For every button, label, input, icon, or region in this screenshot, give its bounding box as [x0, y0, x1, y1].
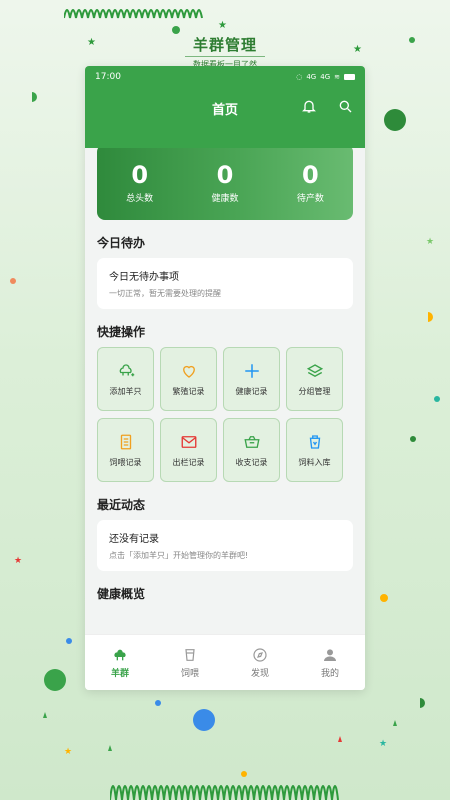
svg-text:★: ★	[218, 20, 227, 31]
sheep-icon	[114, 649, 126, 660]
stat-label: 健康数	[211, 193, 239, 204]
page-title: 首页	[211, 102, 238, 118]
feed-stock-button[interactable]: 饲料入库	[286, 418, 343, 482]
mail-icon	[181, 435, 196, 448]
svg-text:★: ★	[64, 747, 72, 757]
zigzag-decoration	[64, 9, 203, 19]
quick-label: 饲喂记录	[109, 457, 142, 467]
stat-label: 总头数	[126, 193, 154, 204]
bell-icon[interactable]	[301, 98, 317, 114]
add-sheep-button[interactable]: 添加羊只	[97, 347, 154, 411]
quick-label: 饲料入库	[298, 457, 331, 467]
battery-icon	[344, 74, 355, 80]
recent-card[interactable]: 还没有记录 点击「添加羊只」开始管理你的羊群吧!	[97, 520, 353, 571]
todo-title: 今日无待办事项	[109, 272, 179, 283]
quick-label: 添加羊只	[109, 386, 142, 396]
signal-label-2: 4G	[320, 73, 331, 81]
bottom-tab-bar: 羊群 饲喂 发现 我的	[85, 634, 365, 690]
recent-desc: 点击「添加羊只」开始管理你的羊群吧!	[109, 551, 249, 560]
section-title-health: 健康概览	[97, 587, 146, 601]
heart-icon	[182, 365, 195, 378]
section-title-recent: 最近动态	[97, 498, 146, 512]
quick-label: 健康记录	[235, 386, 268, 396]
tab-label: 饲喂	[180, 668, 199, 679]
breeding-record-button[interactable]: 繁殖记录	[160, 347, 217, 411]
group-manage-button[interactable]: 分组管理	[286, 347, 343, 411]
cup-icon	[185, 648, 195, 661]
svg-text:★: ★	[426, 237, 434, 247]
brand-header: 羊群管理 数据看板一目了然	[0, 34, 450, 70]
tab-feeding[interactable]: 饲喂	[155, 635, 225, 690]
todo-card[interactable]: 今日无待办事项 一切正常，暂无需要处理的提醒	[97, 258, 353, 309]
search-icon[interactable]	[337, 98, 353, 114]
sheep-add-icon	[119, 363, 134, 376]
tab-flock[interactable]: 羊群	[85, 635, 155, 690]
tab-label: 发现	[250, 668, 269, 679]
feeding-record-button[interactable]: 饲喂记录	[97, 418, 154, 482]
svg-text:★: ★	[379, 739, 387, 749]
user-icon	[324, 648, 336, 661]
recent-title: 还没有记录	[109, 534, 159, 545]
app-header: 17:00 ◌ 4G 4G ≋ 首页	[85, 66, 365, 148]
status-time: 17:00	[95, 72, 121, 82]
mute-icon: ◌	[296, 73, 303, 81]
finance-record-button[interactable]: 收支记录	[223, 418, 280, 482]
quick-label: 分组管理	[298, 386, 331, 396]
wifi-icon: ≋	[334, 73, 340, 81]
status-bar: 17:00 ◌ 4G 4G ≋	[85, 66, 365, 88]
stat-pregnant[interactable]: 0 待产数	[268, 161, 353, 204]
document-icon	[120, 434, 131, 449]
stat-value: 0	[301, 160, 319, 189]
health-record-button[interactable]: 健康记录	[223, 347, 280, 411]
compass-icon	[253, 647, 267, 662]
layers-icon	[306, 363, 323, 377]
tab-label: 我的	[320, 668, 339, 679]
quick-label: 收支记录	[235, 457, 268, 467]
stat-healthy[interactable]: 0 健康数	[182, 161, 267, 204]
stat-value: 0	[216, 160, 234, 189]
brand-title: 羊群管理	[192, 36, 257, 54]
todo-desc: 一切正常，暂无需要处理的提醒	[109, 289, 221, 298]
plus-icon	[244, 363, 259, 378]
quick-label: 出栏记录	[172, 457, 205, 467]
phone-screen: 17:00 ◌ 4G 4G ≋ 首页 0 总头数 0 健康数 0 待产数 今日待…	[85, 66, 365, 690]
tab-discover[interactable]: 发现	[225, 635, 295, 690]
quick-label: 繁殖记录	[172, 386, 205, 396]
bucket-icon	[309, 434, 320, 449]
divider	[185, 56, 265, 57]
basket-icon	[243, 435, 260, 448]
svg-text:★: ★	[14, 556, 22, 566]
section-title-quick: 快捷操作	[97, 325, 146, 339]
tab-me[interactable]: 我的	[295, 635, 365, 690]
section-title-todo: 今日待办	[97, 236, 146, 250]
stat-total[interactable]: 0 总头数	[97, 161, 182, 204]
stat-value: 0	[131, 160, 149, 189]
signal-label: 4G	[306, 73, 317, 81]
stat-label: 待产数	[296, 193, 324, 204]
stats-card: 0 总头数 0 健康数 0 待产数	[97, 144, 353, 220]
tab-label: 羊群	[110, 668, 129, 679]
sale-record-button[interactable]: 出栏记录	[160, 418, 217, 482]
quick-actions-grid: 添加羊只 繁殖记录 健康记录 分组管理 饲喂记录 出栏记录 收支记录 饲料入库	[97, 347, 353, 482]
zigzag-decoration	[110, 785, 339, 800]
